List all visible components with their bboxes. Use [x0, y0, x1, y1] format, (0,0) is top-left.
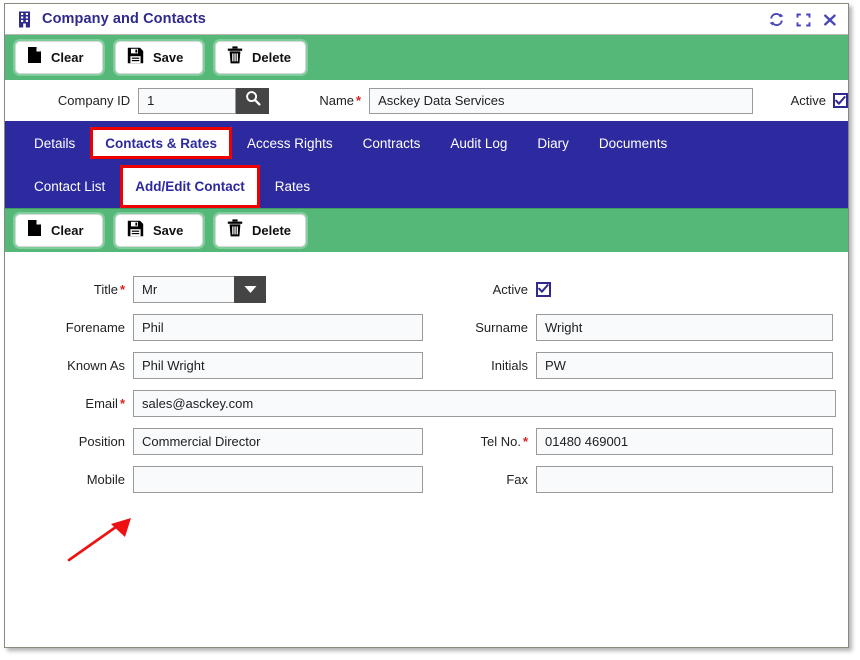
fax-input[interactable]: [536, 465, 833, 493]
tab-access-rights[interactable]: Access Rights: [232, 121, 348, 165]
refresh-icon[interactable]: [767, 11, 785, 29]
form-row-forename-surname: Forename Phil Surname Wright: [5, 308, 848, 346]
document-icon: [27, 219, 42, 242]
secondary-tabbar: Contact List Add/Edit Contact Rates: [5, 165, 848, 208]
clear-button-label: Clear: [51, 50, 84, 65]
contact-form: Title * Mr Active Forename Phil Surname …: [5, 270, 848, 647]
delete-button-label: Delete: [252, 50, 292, 65]
tab-rates[interactable]: Rates: [260, 165, 325, 208]
company-active-checkbox[interactable]: [832, 93, 848, 108]
initials-label: Initials: [491, 357, 528, 373]
contact-active-label: Active: [492, 281, 528, 297]
contact-clear-button-label: Clear: [51, 223, 84, 238]
name-required-mark: *: [356, 93, 362, 108]
floppy-disk-icon: [127, 220, 144, 242]
window-titlebar: Company and Contacts: [5, 4, 848, 35]
mobile-label: Mobile: [86, 471, 125, 487]
delete-button[interactable]: Delete: [215, 41, 307, 74]
tel-label: Tel No. *: [480, 433, 528, 449]
title-label: Title *: [93, 281, 125, 297]
search-icon: [245, 90, 261, 111]
company-identity-bar: Company ID 1 Name * Asckey Data Services …: [5, 80, 848, 121]
tab-details[interactable]: Details: [19, 121, 90, 165]
title-dropdown-value[interactable]: Mr: [133, 275, 234, 303]
contact-clear-button[interactable]: Clear: [15, 214, 103, 247]
surname-input[interactable]: Wright: [536, 313, 833, 341]
window-title: Company and Contacts: [42, 11, 206, 27]
screenshot-root: Company and Contacts Clear Save Delete C…: [0, 0, 860, 660]
company-id-label: Company ID: [57, 93, 131, 108]
title-dropdown[interactable]: Mr: [133, 275, 266, 303]
company-contacts-window: Company and Contacts Clear Save Delete C…: [4, 3, 849, 648]
save-button[interactable]: Save: [115, 41, 203, 74]
contact-toolbar: Clear Save Delete: [5, 208, 848, 252]
close-icon[interactable]: [821, 11, 839, 29]
contact-delete-button-label: Delete: [252, 223, 292, 238]
tab-contracts[interactable]: Contracts: [348, 121, 436, 165]
tab-documents[interactable]: Documents: [584, 121, 682, 165]
mobile-input[interactable]: [133, 465, 423, 493]
company-id-input[interactable]: 1: [138, 87, 237, 114]
contact-delete-button[interactable]: Delete: [215, 214, 307, 247]
known-as-label: Known As: [67, 357, 125, 373]
company-active-label: Active: [790, 93, 826, 108]
known-as-input[interactable]: Phil Wright: [133, 351, 423, 379]
building-icon: [17, 11, 32, 28]
tab-contact-list[interactable]: Contact List: [19, 165, 120, 208]
floppy-disk-icon: [127, 47, 144, 69]
form-row-position-tel: Position Commercial Director Tel No. * 01…: [5, 422, 848, 460]
trash-icon: [227, 219, 243, 242]
email-label: Email *: [85, 395, 125, 411]
email-input[interactable]: sales@asckey.com: [133, 389, 836, 417]
clear-button[interactable]: Clear: [15, 41, 103, 74]
tab-contacts-rates[interactable]: Contacts & Rates: [90, 127, 233, 159]
trash-icon: [227, 46, 243, 69]
chevron-down-icon[interactable]: [234, 275, 266, 303]
company-name-input[interactable]: Asckey Data Services: [369, 87, 753, 114]
company-toolbar: Clear Save Delete: [5, 35, 848, 80]
form-row-knownas-initials: Known As Phil Wright Initials PW: [5, 346, 848, 384]
surname-label: Surname: [475, 319, 528, 335]
contact-active-checkbox[interactable]: [536, 281, 551, 297]
title-required-mark: *: [119, 281, 125, 297]
primary-tabbar: Details Contacts & Rates Access Rights C…: [5, 121, 848, 165]
document-icon: [27, 46, 42, 69]
save-button-label: Save: [153, 50, 184, 65]
maximize-icon[interactable]: [794, 11, 812, 29]
form-row-title: Title * Mr Active: [5, 270, 848, 308]
tel-required-mark: *: [522, 433, 528, 449]
initials-input[interactable]: PW: [536, 351, 833, 379]
company-name-label: Name *: [319, 93, 362, 108]
forename-label: Forename: [65, 319, 125, 335]
forename-input[interactable]: Phil: [133, 313, 423, 341]
email-required-mark: *: [119, 395, 125, 411]
annotation-arrow-icon: [65, 518, 155, 571]
contact-save-button-label: Save: [153, 223, 184, 238]
form-row-email: Email * sales@asckey.com: [5, 384, 848, 422]
contact-save-button[interactable]: Save: [115, 214, 203, 247]
tab-add-edit-contact[interactable]: Add/Edit Contact: [120, 165, 260, 208]
form-row-mobile-fax: Mobile Fax: [5, 460, 848, 498]
position-label: Position: [78, 433, 125, 449]
tab-diary[interactable]: Diary: [522, 121, 584, 165]
tel-input[interactable]: 01480 469001: [536, 427, 833, 455]
window-controls: [767, 4, 839, 35]
company-search-button[interactable]: [236, 87, 270, 114]
position-input[interactable]: Commercial Director: [133, 427, 423, 455]
fax-label: Fax: [506, 471, 528, 487]
tab-audit-log[interactable]: Audit Log: [435, 121, 522, 165]
